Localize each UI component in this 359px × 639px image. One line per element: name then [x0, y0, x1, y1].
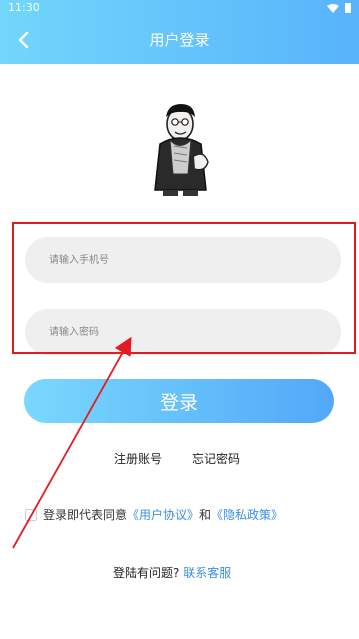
avatar-illustration	[154, 104, 209, 196]
wifi-icon	[327, 4, 339, 13]
privacy-policy-link[interactable]: 《隐私政策》	[211, 506, 283, 523]
status-time: 11:30	[8, 1, 40, 14]
agreement-checkbox[interactable]	[25, 508, 37, 521]
battery-icon	[345, 3, 351, 13]
annotation-highlight-box	[12, 222, 356, 354]
login-button[interactable]: 登录	[24, 379, 334, 423]
register-link[interactable]: 注册账号	[114, 450, 162, 467]
agreement-row: 登录即代表同意 《用户协议》 和 《隐私政策》	[25, 506, 283, 523]
forgot-password-link[interactable]: 忘记密码	[192, 450, 240, 467]
help-row: 登陆有问题? 联系客服	[113, 564, 231, 581]
agreement-and: 和	[199, 508, 212, 522]
contact-support-link[interactable]: 联系客服	[183, 566, 231, 580]
status-bar: 11:30	[0, 0, 359, 16]
user-agreement-link[interactable]: 《用户协议》	[127, 506, 199, 523]
status-icons	[327, 3, 351, 13]
agreement-prefix: 登录即代表同意	[43, 508, 128, 522]
app-header: 11:30 用户登录	[0, 0, 359, 64]
page-title: 用户登录	[149, 31, 210, 49]
help-question: 登陆有问题?	[113, 566, 180, 580]
